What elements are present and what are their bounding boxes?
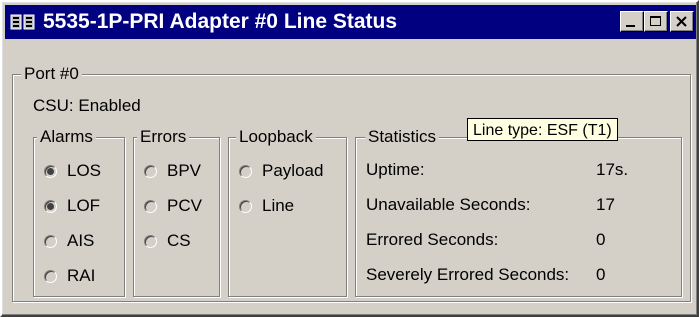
alarm-rai-label: RAI (67, 266, 96, 285)
error-cs: CS (144, 230, 191, 252)
title-bar[interactable]: 5535-1P-PRI Adapter #0 Line Status (5, 5, 696, 39)
loopback-payload-label: Payload (262, 161, 324, 180)
minimize-button[interactable] (620, 11, 644, 32)
alarm-ais-label: AIS (67, 231, 95, 250)
stat-severely-errored-seconds-value: 0 (596, 265, 606, 284)
minimize-icon (626, 25, 635, 27)
errors-label: Errors (137, 127, 190, 147)
alarm-rai-indicator (44, 269, 57, 283)
window-title: 5535-1P-PRI Adapter #0 Line Status (43, 10, 398, 33)
adapter-icon[interactable] (10, 13, 36, 31)
csu-label: CSU: (33, 96, 74, 115)
loopback-label: Loopback (236, 127, 316, 147)
loopback-line-label: Line (262, 196, 295, 215)
alarm-ais: AIS (44, 230, 94, 252)
loopback-payload: Payload (239, 160, 323, 182)
alarms-label: Alarms (37, 127, 96, 147)
statistics-groupbox: Statistics Uptime: 17s. Unavailable Seco… (355, 127, 682, 297)
loopback-groupbox: Loopback Payload Line (228, 127, 347, 297)
close-button[interactable] (670, 11, 694, 32)
stat-severely-errored-seconds-label: Severely Errored Seconds: (366, 265, 570, 284)
line-status-window: 5535-1P-PRI Adapter #0 Line Status Port … (0, 0, 699, 317)
stat-uptime-label: Uptime: (366, 160, 425, 179)
csu-status: CSU: Enabled (33, 96, 141, 116)
alarm-rai: RAI (44, 265, 95, 287)
error-bpv: BPV (144, 160, 201, 182)
stat-unavailable-seconds-value: 17 (596, 195, 615, 214)
loopback-line-indicator (239, 199, 252, 213)
errors-groupbox: Errors BPV PCV CS (133, 127, 220, 297)
alarm-lof: LOF (44, 195, 100, 217)
stat-errored-seconds-label: Errored Seconds: (366, 230, 499, 249)
error-pcv: PCV (144, 195, 202, 217)
loopback-line: Line (239, 195, 294, 217)
error-pcv-label: PCV (167, 196, 202, 215)
stat-errored-seconds: Errored Seconds: 0 (366, 230, 676, 252)
statistics-label: Statistics (365, 127, 440, 147)
alarms-groupbox: Alarms LOS LOF AIS RAI (33, 127, 125, 297)
stat-unavailable-seconds: Unavailable Seconds: 17 (366, 195, 676, 217)
maximize-icon (650, 16, 661, 26)
alarm-lof-label: LOF (67, 196, 101, 215)
stat-errored-seconds-value: 0 (596, 230, 606, 249)
stat-uptime: Uptime: 17s. (366, 160, 676, 182)
line-type-tooltip: Line type: ESF (T1) (467, 118, 618, 141)
error-cs-label: CS (167, 231, 191, 250)
close-icon (676, 16, 687, 27)
alarm-los-label: LOS (67, 161, 102, 180)
error-cs-indicator (144, 234, 157, 248)
error-bpv-indicator (144, 164, 157, 178)
error-pcv-indicator (144, 199, 157, 213)
stat-uptime-value: 17s. (596, 160, 629, 179)
alarm-ais-indicator (44, 234, 57, 248)
csu-value: Enabled (78, 96, 141, 115)
alarm-lof-indicator (44, 199, 57, 213)
error-bpv-label: BPV (167, 161, 202, 180)
loopback-payload-indicator (239, 164, 252, 178)
alarm-los-indicator (44, 164, 57, 178)
port-label: Port #0 (21, 64, 82, 84)
stat-severely-errored-seconds: Severely Errored Seconds: 0 (366, 265, 676, 287)
alarm-los: LOS (44, 160, 101, 182)
maximize-button[interactable] (644, 11, 668, 32)
stat-unavailable-seconds-label: Unavailable Seconds: (366, 195, 531, 214)
